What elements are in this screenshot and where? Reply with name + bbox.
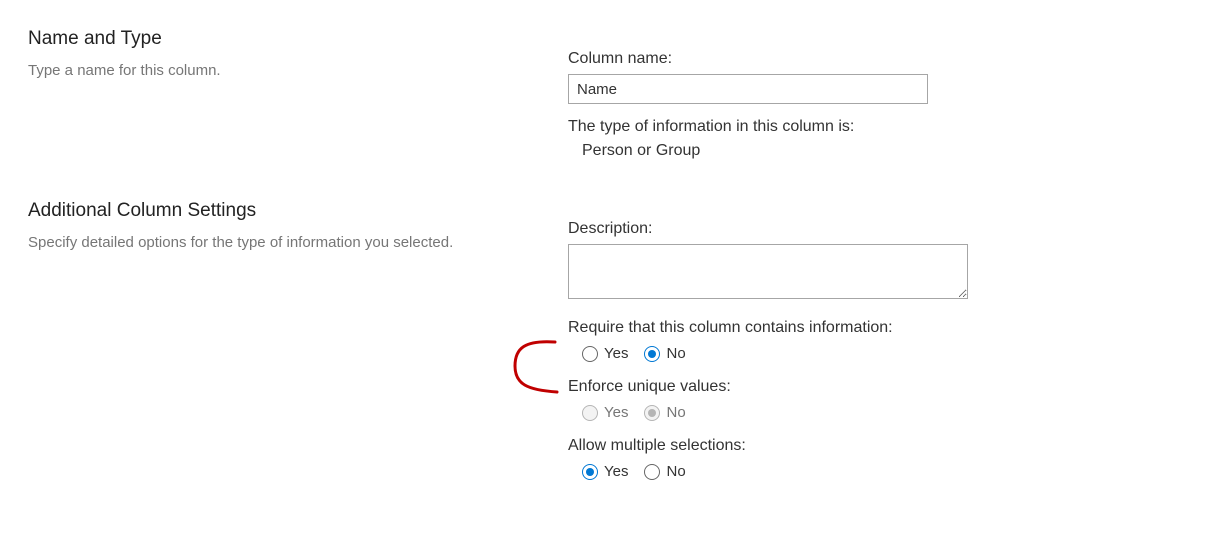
require-radios: Yes No [568, 345, 1195, 362]
section-right: Column name: The type of information in … [568, 28, 1195, 160]
radio-label: No [666, 463, 685, 480]
radio-icon [582, 405, 598, 421]
section-additional-settings: Additional Column Settings Specify detai… [28, 200, 1195, 480]
description-label: Description: [568, 220, 1195, 238]
unique-no-radio: No [644, 404, 685, 421]
section-left: Name and Type Type a name for this colum… [28, 28, 568, 81]
radio-icon [582, 346, 598, 362]
name-type-title: Name and Type [28, 28, 538, 50]
unique-radios: Yes No [568, 404, 1195, 421]
type-info-label: The type of information in this column i… [568, 118, 1195, 136]
radio-label: Yes [604, 345, 628, 362]
radio-icon [644, 346, 660, 362]
additional-title: Additional Column Settings [28, 200, 538, 222]
column-name-label: Column name: [568, 50, 1195, 68]
description-textarea[interactable] [568, 244, 968, 299]
require-yes-radio[interactable]: Yes [582, 345, 628, 362]
radio-label: Yes [604, 404, 628, 421]
unique-yes-radio: Yes [582, 404, 628, 421]
multi-yes-radio[interactable]: Yes [582, 463, 628, 480]
section-name-and-type: Name and Type Type a name for this colum… [28, 28, 1195, 160]
section-left: Additional Column Settings Specify detai… [28, 200, 568, 253]
unique-label: Enforce unique values: [568, 378, 1195, 396]
multi-radios: Yes No [568, 463, 1195, 480]
multi-no-radio[interactable]: No [644, 463, 685, 480]
require-label: Require that this column contains inform… [568, 319, 1195, 337]
radio-label: Yes [604, 463, 628, 480]
name-type-desc: Type a name for this column. [28, 60, 538, 81]
type-info-value: Person or Group [568, 142, 1195, 160]
require-no-radio[interactable]: No [644, 345, 685, 362]
column-name-input[interactable] [568, 74, 928, 104]
additional-desc: Specify detailed options for the type of… [28, 232, 538, 253]
multi-label: Allow multiple selections: [568, 437, 1195, 455]
radio-icon [644, 464, 660, 480]
section-right: Description: Require that this column co… [568, 200, 1195, 480]
radio-icon [582, 464, 598, 480]
radio-label: No [666, 404, 685, 421]
radio-icon [644, 405, 660, 421]
radio-label: No [666, 345, 685, 362]
